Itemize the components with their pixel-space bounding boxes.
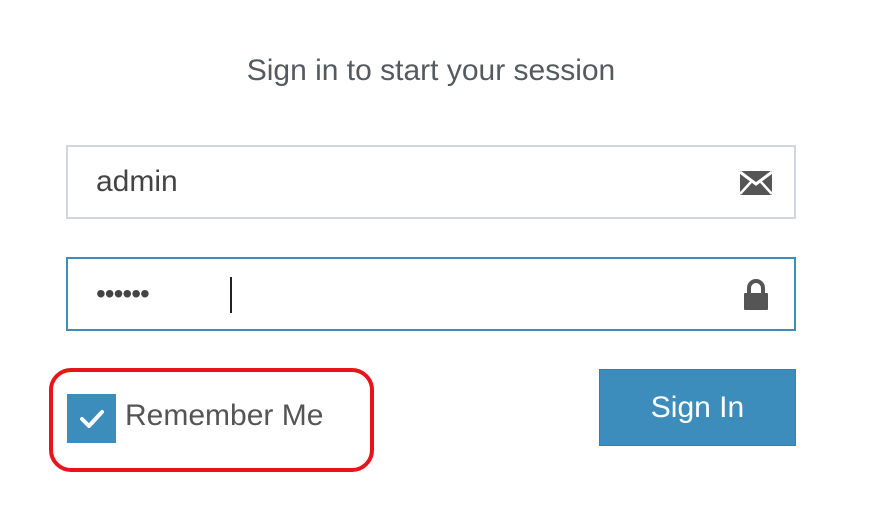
text-cursor: [230, 277, 232, 313]
remember-me-label[interactable]: Remember Me: [125, 396, 323, 436]
login-title: Sign in to start your session: [246, 54, 616, 87]
lock-icon: [738, 279, 774, 311]
sign-in-button[interactable]: Sign In: [599, 369, 796, 446]
envelope-icon: [738, 167, 774, 199]
checkmark-icon: [79, 409, 104, 428]
username-field[interactable]: admin: [66, 145, 796, 219]
password-input-value: ••••••: [96, 278, 150, 309]
password-field[interactable]: ••••••: [66, 257, 796, 331]
username-input-value: admin: [96, 165, 178, 198]
remember-me-checkbox[interactable]: [67, 394, 116, 443]
login-box: Sign in to start your session admin ••••…: [0, 0, 890, 521]
